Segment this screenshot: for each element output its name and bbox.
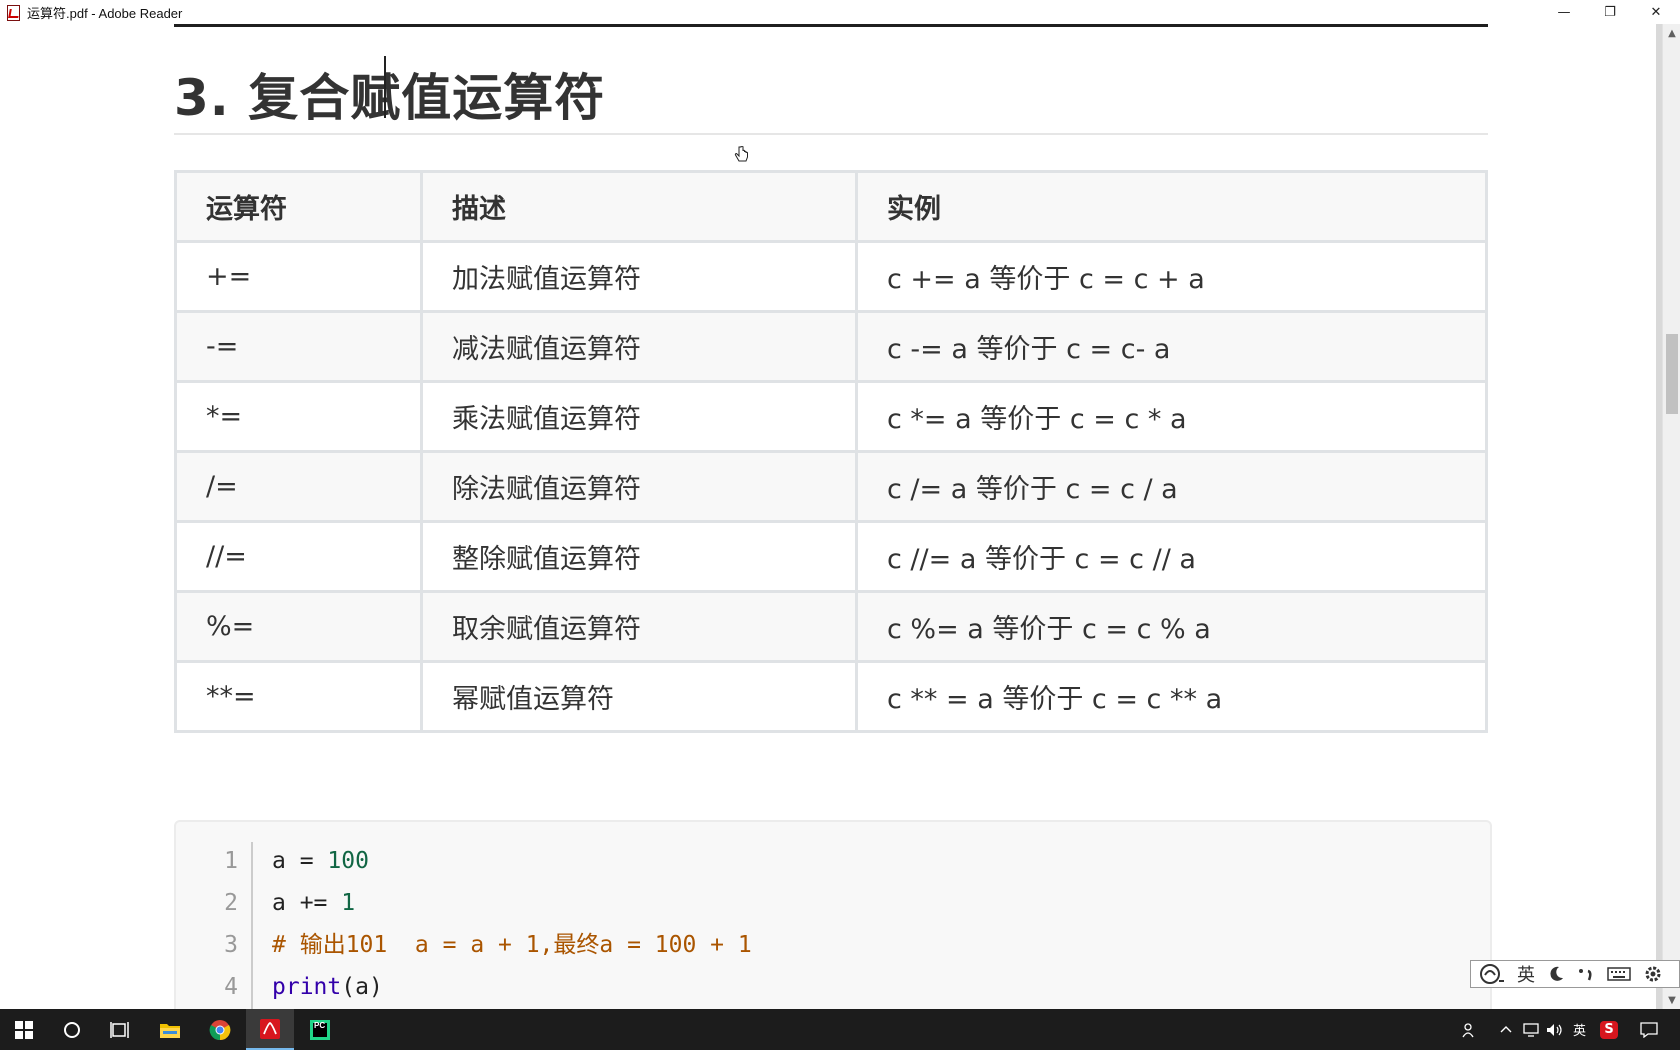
table-row: %= 取余赋值运算符 c %= a 等价于 c = c % a — [174, 590, 1488, 663]
ime-logo-icon[interactable] — [1479, 962, 1505, 986]
people-icon[interactable] — [1462, 1009, 1478, 1050]
minimize-button[interactable]: — — [1541, 0, 1587, 24]
operator-cell: -= — [174, 310, 423, 383]
maximize-button[interactable]: ❐ — [1587, 0, 1633, 24]
adobe-reader-icon — [5, 4, 21, 21]
code-variable: a — [272, 848, 286, 874]
heading-divider — [174, 133, 1488, 135]
description-cell: 幂赋值运算符 — [420, 660, 858, 733]
code-block: 1 2 3 4 a = 100 a += 1 # 输出101 a = a + 1… — [174, 820, 1492, 1009]
text-cursor — [384, 56, 386, 118]
description-cell: 乘法赋值运算符 — [420, 380, 858, 453]
code-comment: # 输出101 a = a + 1,最终a = 100 + 1 — [272, 932, 752, 958]
operator-cell: //= — [174, 520, 423, 593]
chrome-icon[interactable] — [196, 1009, 244, 1050]
code-number: 100 — [327, 848, 369, 874]
description-cell: 整除赋值运算符 — [420, 520, 858, 593]
description-cell: 加法赋值运算符 — [420, 240, 858, 313]
code-line: a = 100 — [272, 840, 752, 882]
line-number: 1 — [224, 848, 238, 874]
operator-cell: += — [174, 240, 423, 313]
code-line: # 输出101 a = a + 1,最终a = 100 + 1 — [272, 924, 752, 966]
keyboard-icon[interactable] — [1607, 962, 1631, 986]
scroll-down-arrow-icon[interactable]: ▼ — [1663, 991, 1680, 1009]
example-cell: c += a 等价于 c = c + a — [855, 240, 1488, 313]
pdf-document-view[interactable]: 3. 复合赋值运算符 运算符 描述 实例 += 加法赋值运算符 c += a 等… — [0, 24, 1662, 1009]
example-cell: c -= a 等价于 c = c- a — [855, 310, 1488, 383]
settings-icon[interactable] — [1643, 962, 1663, 986]
example-cell: c *= a 等价于 c = c * a — [855, 380, 1488, 453]
operator-cell: /= — [174, 450, 423, 523]
table-header: 运算符 — [174, 170, 423, 243]
description-cell: 除法赋值运算符 — [420, 450, 858, 523]
moon-icon[interactable] — [1547, 962, 1565, 986]
description-cell: 取余赋值运算符 — [420, 590, 858, 663]
code-operator: = — [285, 848, 328, 874]
line-number: 3 — [224, 932, 238, 958]
example-cell: c /= a 等价于 c = c / a — [855, 450, 1488, 523]
cortana-search-icon[interactable] — [48, 1009, 96, 1050]
sogou-ime-label: S — [1600, 1020, 1618, 1039]
code-line: print(a) — [272, 966, 752, 1008]
adobe-reader-taskbar-icon[interactable] — [246, 1009, 294, 1050]
code-args: (a) — [341, 974, 383, 1000]
task-view-icon[interactable] — [96, 1009, 144, 1050]
table-row: *= 乘法赋值运算符 c *= a 等价于 c = c * a — [174, 380, 1488, 453]
volume-icon[interactable] — [1546, 1009, 1564, 1050]
window-title: 运算符.pdf - Adobe Reader — [27, 5, 183, 21]
operator-cell: *= — [174, 380, 423, 453]
sogou-ime-icon[interactable]: S — [1600, 1009, 1618, 1050]
code-variable: a — [272, 890, 286, 916]
code-line: a += 1 — [272, 882, 752, 924]
table-row: -= 减法赋值运算符 c -= a 等价于 c = c- a — [174, 310, 1488, 383]
operator-cell: %= — [174, 590, 423, 663]
operator-table: 运算符 描述 实例 += 加法赋值运算符 c += a 等价于 c = c + … — [174, 170, 1488, 733]
code-operator: += — [285, 890, 342, 916]
description-cell: 减法赋值运算符 — [420, 310, 858, 383]
ime-toolbar[interactable]: 英 — [1470, 960, 1680, 988]
input-language-indicator[interactable]: 英 — [1573, 1009, 1586, 1050]
show-hidden-icons-icon[interactable] — [1500, 1009, 1512, 1050]
section-heading: 3. 复合赋值运算符 — [174, 69, 606, 127]
line-number: 2 — [224, 890, 238, 916]
example-cell: c %= a 等价于 c = c % a — [855, 590, 1488, 663]
table-header: 实例 — [855, 170, 1488, 243]
example-cell: c //= a 等价于 c = c // a — [855, 520, 1488, 593]
table-header-row: 运算符 描述 实例 — [174, 170, 1488, 243]
windows-start-icon[interactable] — [0, 1009, 48, 1050]
code-lines: a = 100 a += 1 # 输出101 a = a + 1,最终a = 1… — [272, 840, 752, 1008]
gutter-divider — [251, 842, 253, 1009]
line-number: 4 — [224, 974, 238, 1000]
table-row: += 加法赋值运算符 c += a 等价于 c = c + a — [174, 240, 1488, 313]
scroll-up-arrow-icon[interactable]: ▲ — [1663, 24, 1680, 42]
punctuation-icon[interactable] — [1577, 962, 1595, 986]
table-row: /= 除法赋值运算符 c /= a 等价于 c = c / a — [174, 450, 1488, 523]
window-title-bar: 运算符.pdf - Adobe Reader — ❐ ✕ — [0, 0, 1680, 25]
network-icon[interactable] — [1522, 1009, 1540, 1050]
file-explorer-icon[interactable] — [146, 1009, 194, 1050]
table-header: 描述 — [420, 170, 858, 243]
pycharm-icon[interactable]: PC — [296, 1009, 344, 1050]
hand-cursor-icon — [734, 146, 748, 162]
vertical-scrollbar[interactable]: ▲ ▼ — [1662, 24, 1680, 1009]
code-number: 1 — [341, 890, 356, 916]
taskbar: PC 英 S — [0, 1009, 1680, 1050]
example-cell: c ** = a 等价于 c = c ** a — [855, 660, 1488, 733]
close-button[interactable]: ✕ — [1633, 0, 1679, 24]
page-top-rule — [174, 24, 1488, 27]
operator-cell: **= — [174, 660, 423, 733]
code-function: print — [272, 974, 342, 1000]
scroll-thumb[interactable] — [1666, 334, 1678, 414]
action-center-icon[interactable] — [1640, 1009, 1658, 1050]
ime-language-toggle[interactable]: 英 — [1517, 962, 1535, 986]
table-row: //= 整除赋值运算符 c //= a 等价于 c = c // a — [174, 520, 1488, 593]
line-number-gutter: 1 2 3 4 — [176, 840, 238, 1008]
pycharm-label: PC — [314, 1021, 326, 1030]
table-row: **= 幂赋值运算符 c ** = a 等价于 c = c ** a — [174, 660, 1488, 733]
